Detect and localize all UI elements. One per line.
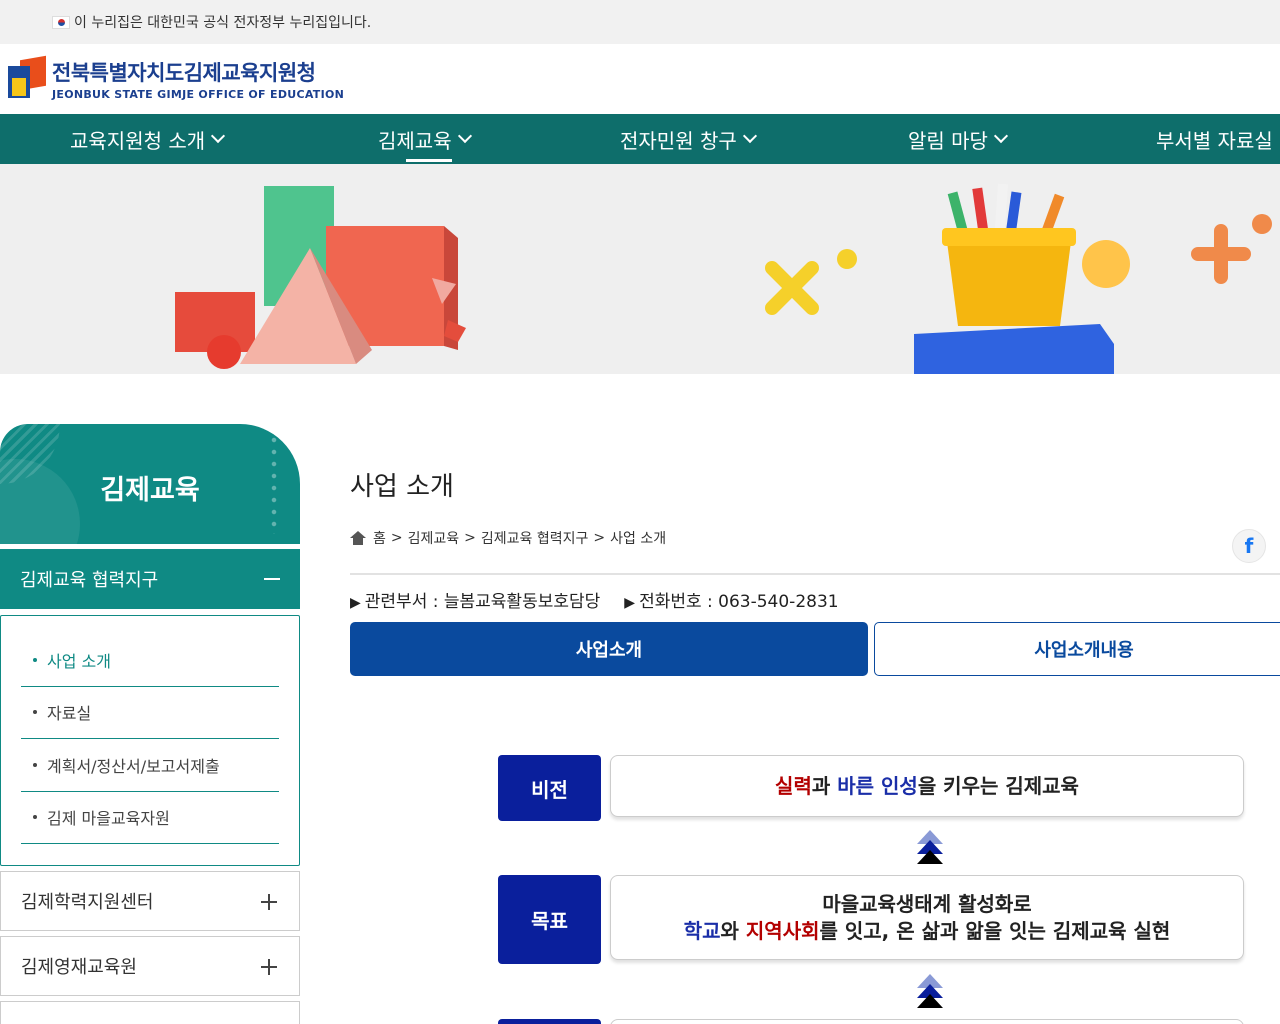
sidebar-item-more[interactable] [0,1001,300,1024]
sidebar-header: 김제교육 [0,424,300,544]
plus-icon [261,894,277,910]
vision-highlight-1: 실력 [775,773,812,798]
tab-project-details[interactable]: 사업소개내용 [874,622,1280,676]
breadcrumb-item[interactable]: 김제교육 [408,528,460,548]
korea-flag-icon [52,15,70,29]
sidebar-section-cooperation[interactable]: 김제교육 협력지구 [0,549,300,609]
sidebar-submenu: 사업 소개 자료실 계획서/정산서/보고서제출 김제 마을교육자원 [0,615,300,866]
bullet-icon [33,657,37,662]
hero-banner [0,164,1280,374]
facebook-share-button[interactable]: f [1232,529,1266,563]
goal-line-2: 학교와 지역사회를 잇고, 온 삶과 앎을 잇는 김제교육 실현 [684,918,1171,945]
chevron-down-icon [457,128,472,144]
nav-item-dept-archive[interactable]: 부서별 자료실 [1156,114,1273,164]
chevron-down-icon [993,128,1009,144]
next-text [610,1019,1244,1024]
next-label [498,1019,601,1024]
home-icon [350,531,366,545]
bullet-icon [33,815,37,820]
goal-highlight-2: 지역사회 [745,918,820,943]
vision-text-part: 을 키우는 김제교육 [917,773,1079,798]
facebook-icon: f [1244,534,1254,558]
goal-highlight-1: 학교 [683,918,721,943]
nav-label: 알림 마당 [908,128,988,153]
arrow-up-icon [917,974,943,1008]
logo-korean: 전북특별자치도김제교육지원청 [52,61,316,85]
nav-item-notice[interactable]: 알림 마당 [908,114,1009,164]
goal-text: 마을교육생태계 활성화로 학교와 지역사회를 잇고, 온 삶과 앎을 잇는 김제… [610,875,1244,960]
breadcrumb-separator: > [593,530,606,546]
sidebar-item-archive[interactable]: 자료실 [21,687,279,739]
vision-label: 비전 [498,755,601,821]
gov-banner: 이 누리집은 대한민국 공식 전자정부 누리집입니다. [0,0,1280,44]
divider [350,573,1280,575]
content-area: 김제교육 김제교육 협력지구 사업 소개 자료실 계획서/정산서/보고서제출 김… [0,374,1280,1024]
chevron-down-icon [211,128,226,144]
breadcrumb-home[interactable]: 홈 [373,528,386,548]
minus-icon [264,578,280,580]
goal-text-part: 를 잇고, 온 삶과 앎을 잇는 김제교육 실현 [819,918,1171,943]
logo-icon[interactable] [8,55,46,100]
sidebar-section-label: 김제교육 협력지구 [20,570,159,591]
breadcrumb-separator: > [390,530,403,546]
department-info: ▶ 관련부서 : 늘봄교육활동보호담당 ▶ 전화번호 : 063-540-2831 [350,587,839,612]
logo-english: JEONBUK STATE GIMJE OFFICE OF EDUCATION [52,88,345,101]
sidebar-item-academic-center[interactable]: 김제학력지원센터 [0,871,300,931]
sidebar-item-label: 계획서/정산서/보고서제출 [47,756,220,776]
phone-label: ▶ 전화번호 : 063-540-2831 [624,592,839,612]
sidebar-title: 김제교육 [100,475,200,506]
sidebar-item-village-resources[interactable]: 김제 마을교육자원 [21,792,279,844]
sidebar-item-label: 자료실 [47,704,92,724]
plus-icon [261,959,277,975]
sidebar-item-project-intro[interactable]: 사업 소개 [21,634,279,687]
sidebar-item-gifted-education[interactable]: 김제영재교육원 [0,936,300,996]
sidebar-item-report-submit[interactable]: 계획서/정산서/보고서제출 [21,739,279,792]
nav-label: 부서별 자료실 [1156,128,1273,153]
bullet-icon [33,762,37,767]
bullet-icon [33,710,37,715]
nav-item-e-civil[interactable]: 전자민원 창구 [620,114,757,164]
gov-banner-text: 이 누리집은 대한민국 공식 전자정부 누리집입니다. [74,15,372,31]
nav-item-gimje-education[interactable]: 김제교육 [378,114,472,164]
goal-line-1: 마을교육생태계 활성화로 [822,891,1032,916]
nav-label: 김제교육 [378,128,452,153]
nav-label: 교육지원청 소개 [70,128,206,153]
vision-highlight-2: 바른 인성 [837,773,918,798]
arrow-up-icon [917,830,943,864]
sidebar-item-label: 사업 소개 [47,651,111,671]
nav-item-intro[interactable]: 교육지원청 소개 [70,114,226,164]
page-title: 사업 소개 [350,472,454,502]
goal-label: 목표 [498,875,601,964]
site-header: 전북특별자치도김제교육지원청 JEONBUK STATE GIMJE OFFIC… [0,44,1280,114]
breadcrumb: 홈 > 김제교육 > 김제교육 협력지구 > 사업 소개 [350,528,666,548]
site-logo[interactable]: 전북특별자치도김제교육지원청 JEONBUK STATE GIMJE OFFIC… [52,57,344,101]
breadcrumb-separator: > [464,530,476,546]
chevron-down-icon [742,128,757,144]
nav-label: 전자민원 창구 [620,128,737,153]
department-label: ▶ 관련부서 : 늘봄교육활동보호담당 [350,592,601,612]
main-nav: 교육지원청 소개 김제교육 전자민원 창구 알림 마당 부서별 자료실 [0,114,1280,164]
vision-text: 실력과 바른 인성을 키우는 김제교육 [610,755,1244,817]
sidebar-item-label: 김제영재교육원 [21,957,137,978]
hero-illustration [175,183,1272,374]
breadcrumb-current: 사업 소개 [610,531,667,547]
vision-text-part: 과 [811,773,838,798]
breadcrumb-item[interactable]: 김제교육 협력지구 [481,528,589,548]
sidebar-item-label: 김제학력지원센터 [21,892,154,913]
sidebar-item-label: 김제 마을교육자원 [47,809,170,829]
goal-text-part: 와 [720,918,746,943]
tab-project-intro[interactable]: 사업소개 [350,622,868,676]
